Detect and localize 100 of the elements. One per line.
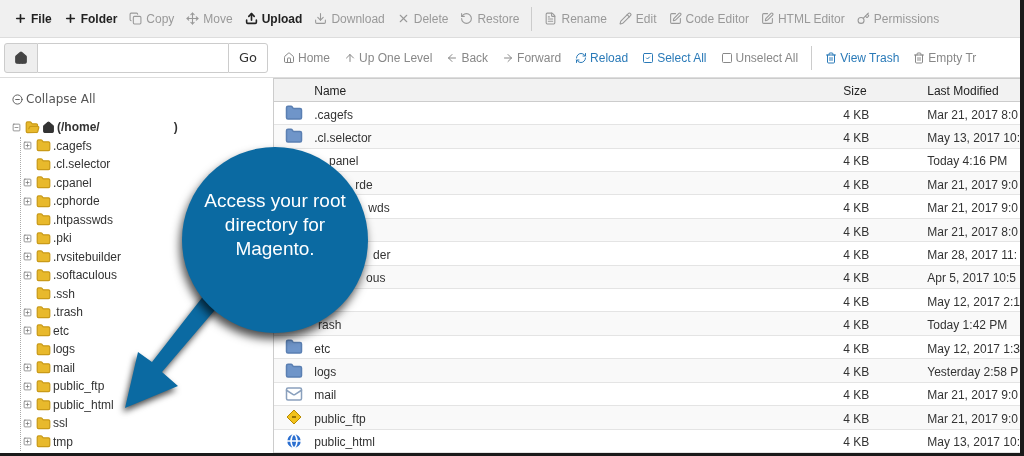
tree-item[interactable]: public_html	[53, 397, 114, 412]
file-size: 4 KB	[843, 247, 870, 262]
file-size: 4 KB	[843, 154, 870, 169]
file-size: 4 KB	[843, 388, 870, 403]
tree-item[interactable]: .softaculous	[53, 268, 118, 283]
tree-item[interactable]: mail	[53, 360, 75, 375]
tree-item[interactable]: public_ftp	[53, 379, 105, 394]
tree-item[interactable]: ssl	[53, 416, 68, 431]
tree-item[interactable]: logs	[53, 342, 75, 357]
file-date: May 13, 2017 10:	[927, 435, 1020, 450]
edit-icon	[668, 12, 682, 25]
expand-icon[interactable]	[23, 270, 32, 280]
home-icon	[42, 120, 55, 134]
file-date: Today 4:16 PM	[927, 154, 1008, 169]
folder-icon	[285, 338, 304, 357]
file-name[interactable]: rde	[355, 177, 373, 192]
file-name[interactable]: logs	[314, 365, 337, 379]
expand-icon[interactable]	[23, 233, 32, 243]
expand-icon[interactable]	[23, 141, 32, 151]
file-date: Mar 21, 2017 8:0	[927, 224, 1018, 239]
expand-icon[interactable]	[23, 363, 32, 373]
tree-item[interactable]: .rvsitebuilder	[53, 249, 122, 264]
file-size: 4 KB	[843, 107, 870, 122]
tree-item[interactable]: tmp	[53, 434, 73, 449]
tree-item[interactable]: etc	[53, 323, 69, 338]
tree-item[interactable]: .cagefs	[53, 138, 92, 153]
expand-icon[interactable]	[23, 178, 32, 188]
key-icon	[856, 12, 870, 25]
document-icon	[544, 12, 558, 25]
tree-item[interactable]: .pki	[53, 231, 72, 246]
collapse-icon	[12, 93, 23, 105]
folder-icon	[36, 360, 51, 376]
home-button[interactable]	[4, 42, 38, 73]
toolbar-button[interactable]: File	[8, 7, 58, 30]
tree-item[interactable]: .cl.selector	[53, 157, 111, 172]
tree-item[interactable]: .trash	[53, 305, 83, 320]
tree-item[interactable]: .ssh	[53, 286, 75, 301]
file-size: 4 KB	[843, 224, 870, 239]
file-date: Yesterday 2:58 P	[927, 365, 1019, 379]
file-date: Mar 21, 2017 9:0	[927, 201, 1018, 216]
file-date: Mar 28, 2017 11:	[927, 247, 1018, 262]
file-name[interactable]: ous	[366, 271, 386, 286]
expand-icon[interactable]	[23, 381, 32, 391]
collapse-all-button[interactable]: Collapse All	[12, 92, 96, 106]
nav-button[interactable]: View Trash	[818, 46, 907, 69]
expand-icon[interactable]	[23, 252, 32, 262]
file-date: May 13, 2017 10:	[927, 130, 1020, 145]
go-button[interactable]: Go	[227, 42, 268, 73]
file-name[interactable]: wds	[368, 201, 390, 216]
folder-icon	[36, 415, 51, 431]
column-header[interactable]: Size	[843, 84, 867, 99]
folder-icon	[285, 361, 304, 380]
column-header[interactable]: Last Modified	[927, 84, 999, 99]
folder-icon	[36, 175, 51, 191]
checkbox-icon	[720, 51, 733, 64]
toolbar-button[interactable]: Upload	[238, 7, 309, 30]
home-icon	[283, 51, 295, 64]
plus-icon	[63, 12, 77, 25]
file-name[interactable]: public_html	[314, 435, 375, 450]
tree-item[interactable]: .htpasswds	[53, 212, 114, 227]
toolbar-button[interactable]: Folder	[57, 7, 124, 30]
expand-icon[interactable]	[23, 400, 32, 410]
home-icon	[14, 50, 28, 65]
file-name[interactable]: public_ftp	[314, 411, 366, 426]
file-size: 4 KB	[843, 130, 870, 145]
expand-icon[interactable]	[23, 196, 32, 206]
file-name[interactable]: mail	[314, 388, 337, 403]
column-header[interactable]: Name	[314, 84, 347, 99]
collapse-icon[interactable]	[12, 122, 21, 132]
file-name[interactable]: .cagefs	[314, 107, 353, 122]
file-name[interactable]: panel	[329, 154, 359, 169]
folder-icon	[36, 286, 51, 302]
tree-item[interactable]: .cpanel	[53, 175, 92, 190]
nav-button[interactable]: Select All	[635, 46, 714, 69]
pencil-icon	[618, 12, 632, 25]
file-size: 4 KB	[843, 411, 870, 426]
file-date: Apr 5, 2017 10:5	[927, 271, 1016, 286]
left-arrow-icon	[446, 51, 459, 64]
folder-icon	[36, 397, 51, 413]
tree-item[interactable]: (/home/	[57, 120, 100, 135]
expand-icon[interactable]	[23, 326, 32, 336]
file-size: 4 KB	[843, 201, 870, 216]
callout-text: Access your root directory for Magento.	[203, 189, 347, 261]
file-size: 4 KB	[843, 318, 870, 333]
file-name[interactable]: etc	[314, 341, 331, 356]
tree-item[interactable]: .cphorde	[53, 194, 100, 209]
nav-button[interactable]: Reload	[568, 46, 636, 69]
checkbox-icon	[642, 51, 655, 64]
folder-icon	[36, 138, 51, 154]
file-date: Mar 21, 2017 9:0	[927, 388, 1018, 403]
file-date: Today 1:42 PM	[927, 318, 1008, 333]
file-name[interactable]: .cl.selector	[314, 130, 372, 145]
expand-icon[interactable]	[23, 437, 32, 447]
file-name[interactable]: rash	[318, 318, 342, 333]
path-field[interactable]	[38, 42, 228, 73]
expand-icon[interactable]	[23, 307, 32, 317]
move-icon	[186, 12, 200, 25]
expand-icon[interactable]	[23, 418, 32, 428]
file-name[interactable]: der	[373, 247, 391, 262]
folder-icon	[285, 104, 304, 123]
